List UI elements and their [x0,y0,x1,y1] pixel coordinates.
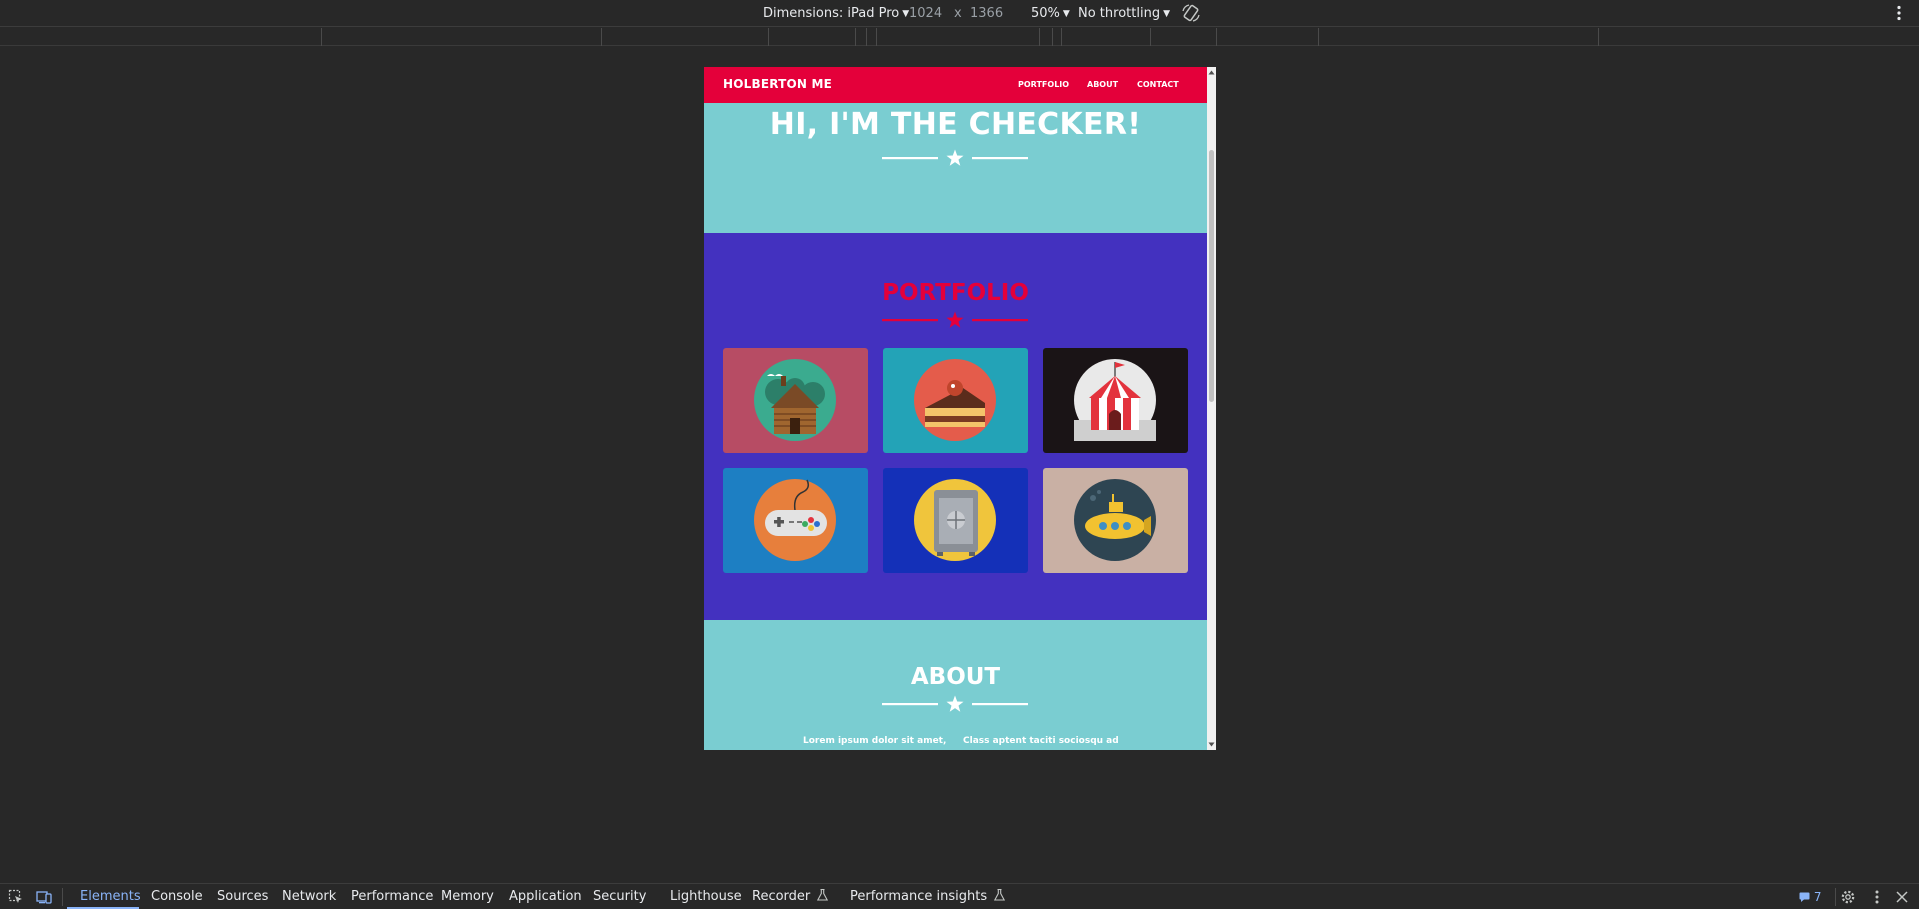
throttling-select[interactable]: No throttling ▼ [1078,5,1170,22]
game-controller-icon [723,468,868,573]
ruler-tick [601,28,602,46]
safe-icon [883,468,1028,573]
ruler-tick [855,28,856,46]
issues-icon [1799,892,1810,902]
scroll-down-icon[interactable] [1208,741,1215,748]
ruler-tick [866,28,867,46]
zoom-select[interactable]: 50% ▼ [1031,5,1070,22]
ruler-tick [1216,28,1217,46]
device-dimensions-label: Dimensions: iPad Pro [763,6,900,21]
ruler-tick [1318,28,1319,46]
scroll-thumb[interactable] [1209,150,1214,402]
rotate-icon[interactable] [1181,3,1201,23]
viewport-width-input[interactable]: 1024 [909,5,942,22]
site-brand[interactable]: HOLBERTON ME [723,77,832,91]
page-scrollbar[interactable] [1207,67,1216,750]
toolbar-separator [62,888,63,906]
circus-tent-icon [1043,348,1188,453]
more-options-icon[interactable] [1894,4,1904,22]
dimension-separator: x [954,6,962,21]
star-icon [946,149,964,166]
tab-sources[interactable]: Sources [217,888,268,906]
tab-console[interactable]: Console [151,888,203,906]
ruler-tick [1598,28,1599,46]
issues-count: 7 [1813,890,1822,904]
star-divider [882,311,1028,328]
ruler-tick [1061,28,1062,46]
nav-link-about[interactable]: ABOUT [1087,80,1118,89]
tab-lighthouse[interactable]: Lighthouse [670,888,742,906]
tab-memory[interactable]: Memory [441,888,494,906]
about-section: ABOUT Lorem ipsum dolor sit amet, Class … [704,620,1207,750]
devtools-tab-bar: Elements Console Sources Network Perform… [0,883,1919,909]
experiment-flask-icon [817,888,829,901]
cake-icon [883,348,1028,453]
tab-recorder[interactable]: Recorder [752,888,829,906]
tab-recorder-label: Recorder [752,889,811,904]
toolbar-separator [1835,888,1836,906]
ruler-tick [1150,28,1151,46]
chevron-down-icon: ▼ [1062,9,1070,19]
tab-security[interactable]: Security [593,888,646,906]
inspect-element-icon[interactable] [8,889,24,905]
settings-icon[interactable] [1840,889,1856,905]
hero-title: HI, I'M THE CHECKER! [769,107,1142,142]
star-icon [946,695,964,712]
portfolio-tile[interactable] [723,468,868,573]
portfolio-title: PORTFOLIO [882,280,1029,306]
experiment-flask-icon [994,888,1006,901]
portfolio-tile[interactable] [723,348,868,453]
media-query-ruler[interactable] [0,28,1919,46]
tab-elements[interactable]: Elements [80,888,141,906]
about-text-col1: Lorem ipsum dolor sit amet, [803,736,947,746]
device-viewport: HI, I'M THE CHECKER! PORTFOLIO ABOUT Lor… [704,67,1216,750]
portfolio-tile[interactable] [1043,348,1188,453]
about-text-col2: Class aptent taciti sociosqu ad [963,736,1119,746]
device-toolbar: Dimensions: iPad Pro ▼ 1024 x 1366 50% ▼ N… [0,0,1919,27]
star-divider [882,149,1028,166]
more-options-icon[interactable] [1869,889,1885,905]
scroll-up-icon[interactable] [1208,69,1215,76]
chevron-down-icon: ▼ [1163,9,1170,19]
star-icon [946,311,964,328]
ruler-tick [876,28,877,46]
zoom-label: 50% [1031,6,1060,21]
ruler-tick [321,28,322,46]
ruler-tick [1052,28,1053,46]
device-toggle-icon[interactable] [36,889,52,905]
nav-link-portfolio[interactable]: PORTFOLIO [1018,80,1069,89]
portfolio-section: PORTFOLIO [704,233,1207,620]
close-icon[interactable] [1894,889,1910,905]
cabin-icon [723,348,868,453]
submarine-icon [1043,468,1188,573]
tab-network[interactable]: Network [282,888,336,906]
issues-badge[interactable]: 7 [1799,888,1821,906]
star-divider [882,695,1028,712]
tab-performance-insights[interactable]: Performance insights [850,888,1006,906]
site-navbar: HOLBERTON ME PORTFOLIO ABOUT CONTACT [704,67,1207,103]
ruler-tick [768,28,769,46]
tab-application[interactable]: Application [509,888,582,906]
about-title: ABOUT [910,664,1001,690]
tab-performance[interactable]: Performance [351,888,433,906]
device-dimensions-select[interactable]: Dimensions: iPad Pro ▼ [763,5,909,22]
portfolio-tile[interactable] [1043,468,1188,573]
viewport-height-input[interactable]: 1366 [970,5,1003,22]
throttling-label: No throttling [1078,6,1161,21]
portfolio-tile[interactable] [883,348,1028,453]
page-content: HI, I'M THE CHECKER! PORTFOLIO ABOUT Lor… [704,67,1207,750]
portfolio-tile[interactable] [883,468,1028,573]
tab-performance-insights-label: Performance insights [850,889,988,904]
nav-link-contact[interactable]: CONTACT [1137,80,1179,89]
ruler-tick [1039,28,1040,46]
